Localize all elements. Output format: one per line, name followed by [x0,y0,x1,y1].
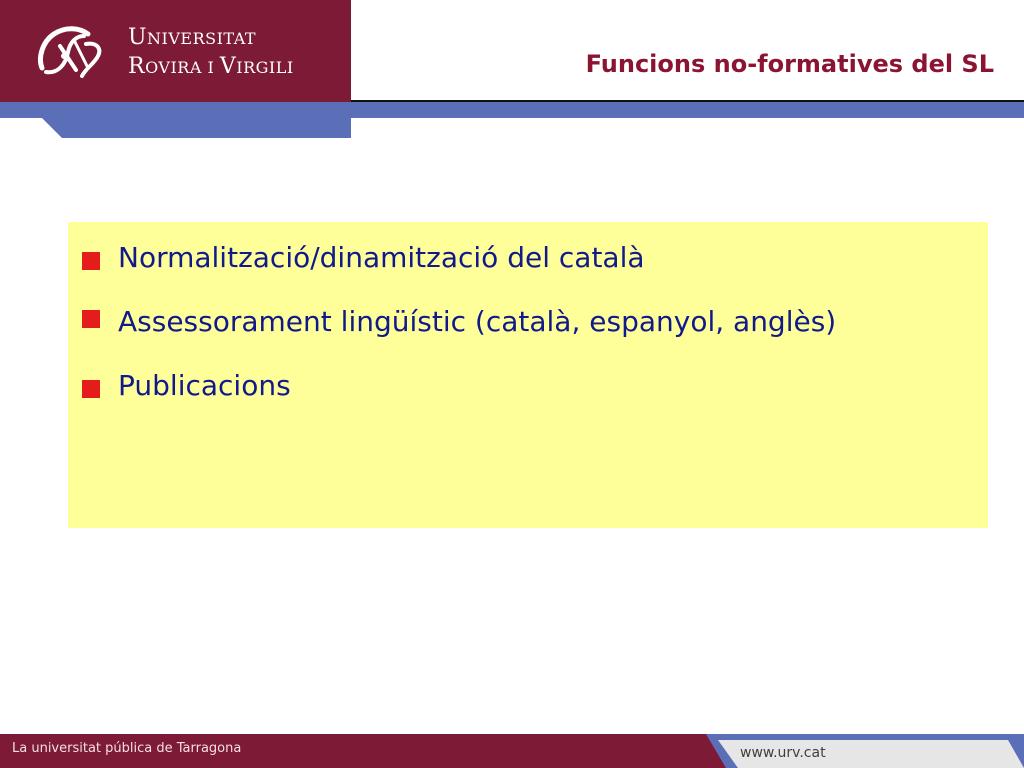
logo-wordmark: UNIVERSITAT ROVIRA I VIRGILI [128,24,294,82]
logo-initial-v: V [219,54,237,79]
logo-block: UNIVERSITAT ROVIRA I VIRGILI [0,0,351,102]
header-band [0,102,1024,118]
bullet-text: Publicacions [118,369,291,402]
logo-text-irgili: IRGILI [236,58,294,77]
logo-initial-r: R [128,54,146,79]
urv-logo-icon [38,26,102,78]
bullet-list: Normalització/dinamització del català As… [80,236,976,422]
bullet-text: Normalització/dinamització del català [118,241,645,274]
logo-text-ovira-i: OVIRA I [145,58,220,77]
logo-initial-u: U [128,25,148,50]
footer-tagline: La universitat pública de Tarragona [12,741,242,756]
list-item: Assessorament lingüístic (català, espany… [80,294,976,350]
square-bullet-icon [80,310,100,328]
list-item: Publicacions [80,364,976,408]
footer-url[interactable]: www.urv.cat [740,745,826,761]
square-bullet-icon [80,252,100,270]
content-box: Normalització/dinamització del català As… [68,222,988,528]
slide-title: Funcions no-formatives del SL [585,50,994,78]
list-item: Normalització/dinamització del català [80,236,976,280]
logo-text-niversitat: NIVERSITAT [147,29,257,48]
square-bullet-icon [80,380,100,398]
header-band-tab [42,118,351,138]
logo-line-1: UNIVERSITAT [128,24,294,53]
bullet-text: Assessorament lingüístic (català, espany… [118,305,837,338]
logo-line-2: ROVIRA I VIRGILI [128,53,294,82]
